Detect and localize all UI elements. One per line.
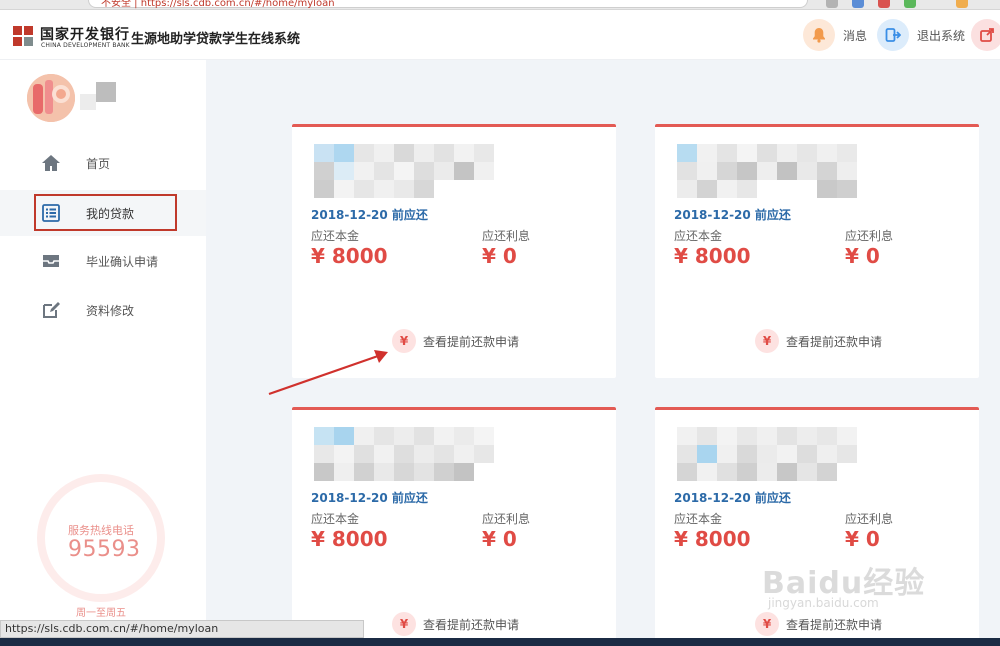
due-date: 2018-12-20 前应还	[311, 491, 428, 505]
bank-name-cn: 国家开发银行	[40, 27, 130, 43]
principal-amount: ¥ 8000	[674, 244, 751, 268]
yen-icon: ¥	[755, 612, 779, 636]
lender-name-redacted	[314, 144, 496, 198]
external-link-button[interactable]	[971, 19, 1000, 51]
edit-icon	[41, 300, 61, 320]
principal-amount: ¥ 8000	[311, 527, 388, 551]
yen-icon: ¥	[392, 329, 416, 353]
sidebar-item-label: 资料修改	[86, 304, 135, 318]
principal-label: 应还本金	[674, 512, 723, 526]
hotline-label: 服务热线电话	[68, 524, 134, 537]
extension-icon[interactable]	[956, 0, 968, 8]
avatar[interactable]	[27, 74, 75, 122]
due-date: 2018-12-20 前应还	[674, 208, 791, 222]
hotline-number: 95593	[68, 537, 141, 562]
lender-name-redacted	[314, 427, 496, 481]
view-prepayment-link[interactable]: ¥ 查看提前还款申请	[392, 328, 519, 354]
principal-label: 应还本金	[311, 229, 360, 243]
interest-label: 应还利息	[482, 229, 531, 243]
status-bar-url: https://sls.cdb.com.cn/#/home/myloan	[0, 620, 364, 638]
inbox-icon	[41, 251, 61, 271]
sidebar-item-home[interactable]: 首页	[0, 140, 206, 186]
sidebar-item-my-loans[interactable]: 我的贷款	[0, 190, 206, 236]
loan-card: 2018-12-20 前应还 应还本金 应还利息 ¥ 8000 ¥ 0 ¥ 查看…	[655, 407, 979, 646]
extension-icon[interactable]	[878, 0, 890, 8]
bank-logo-icon	[13, 26, 33, 46]
logout-button[interactable]: 退出系统	[877, 19, 965, 51]
external-link-icon	[971, 19, 1000, 51]
extension-icon[interactable]	[852, 0, 864, 8]
due-date: 2018-12-20 前应还	[674, 491, 791, 505]
interest-label: 应还利息	[845, 229, 894, 243]
prepayment-label: 查看提前还款申请	[423, 617, 520, 632]
address-bar[interactable]: 不安全 | https://sls.cdb.com.cn/#/home/mylo…	[88, 0, 808, 9]
interest-label: 应还利息	[845, 512, 894, 526]
logout-label: 退出系统	[917, 28, 966, 43]
view-prepayment-link[interactable]: ¥ 查看提前还款申请	[392, 611, 519, 637]
view-prepayment-link[interactable]: ¥ 查看提前还款申请	[755, 611, 882, 637]
interest-label: 应还利息	[482, 512, 531, 526]
browser-toolbar: 不安全 | https://sls.cdb.com.cn/#/home/mylo…	[0, 0, 1000, 10]
sidebar-item-label: 首页	[86, 157, 111, 171]
hotline-hours: 周一至周五	[76, 608, 126, 619]
logout-icon	[877, 19, 909, 51]
interest-amount: ¥ 0	[482, 244, 517, 268]
watermark-url: jingyan.baidu.com	[768, 596, 879, 610]
due-date: 2018-12-20 前应还	[311, 208, 428, 222]
os-taskbar	[0, 638, 1000, 646]
messages-button[interactable]: 消息	[803, 19, 867, 51]
prepayment-label: 查看提前还款申请	[786, 334, 883, 349]
view-prepayment-link[interactable]: ¥ 查看提前还款申请	[755, 328, 882, 354]
prepayment-label: 查看提前还款申请	[423, 334, 520, 349]
yen-icon: ¥	[392, 612, 416, 636]
principal-label: 应还本金	[674, 229, 723, 243]
system-title: 生源地助学贷款学生在线系统	[131, 32, 301, 47]
interest-amount: ¥ 0	[482, 527, 517, 551]
lender-name-redacted	[677, 144, 859, 198]
sidebar-item-label: 我的贷款	[86, 207, 135, 221]
lender-name-redacted	[677, 427, 859, 481]
interest-amount: ¥ 0	[845, 244, 880, 268]
extension-icon[interactable]	[904, 0, 916, 8]
bell-icon	[803, 19, 835, 51]
prepayment-label: 查看提前还款申请	[786, 617, 883, 632]
loan-card: 2018-12-20 前应还 应还本金 应还利息 ¥ 8000 ¥ 0 ¥ 查看…	[655, 124, 979, 378]
sidebar-item-label: 毕业确认申请	[86, 255, 159, 269]
extension-icon[interactable]	[826, 0, 838, 8]
loan-card: 2018-12-20 前应还 应还本金 应还利息 ¥ 8000 ¥ 0 ¥ 查看…	[292, 407, 616, 646]
bank-name-en: CHINA DEVELOPMENT BANK	[41, 42, 130, 49]
home-icon	[41, 153, 61, 173]
yen-icon: ¥	[755, 329, 779, 353]
app-header: 国家开发银行 CHINA DEVELOPMENT BANK 生源地助学贷款学生在…	[0, 10, 1000, 60]
interest-amount: ¥ 0	[845, 527, 880, 551]
loan-card: 2018-12-20 前应还 应还本金 应还利息 ¥ 8000 ¥ 0 ¥ 查看…	[292, 124, 616, 378]
principal-amount: ¥ 8000	[311, 244, 388, 268]
sidebar: 首页 我的贷款 毕业确认申请 资料修改 服务热线电话 95593 周一至周五	[0, 60, 206, 646]
principal-amount: ¥ 8000	[674, 527, 751, 551]
principal-label: 应还本金	[311, 512, 360, 526]
list-icon	[41, 203, 61, 223]
sidebar-item-graduation-confirm[interactable]: 毕业确认申请	[0, 238, 206, 284]
sidebar-item-profile-edit[interactable]: 资料修改	[0, 287, 206, 333]
messages-label: 消息	[843, 28, 868, 43]
